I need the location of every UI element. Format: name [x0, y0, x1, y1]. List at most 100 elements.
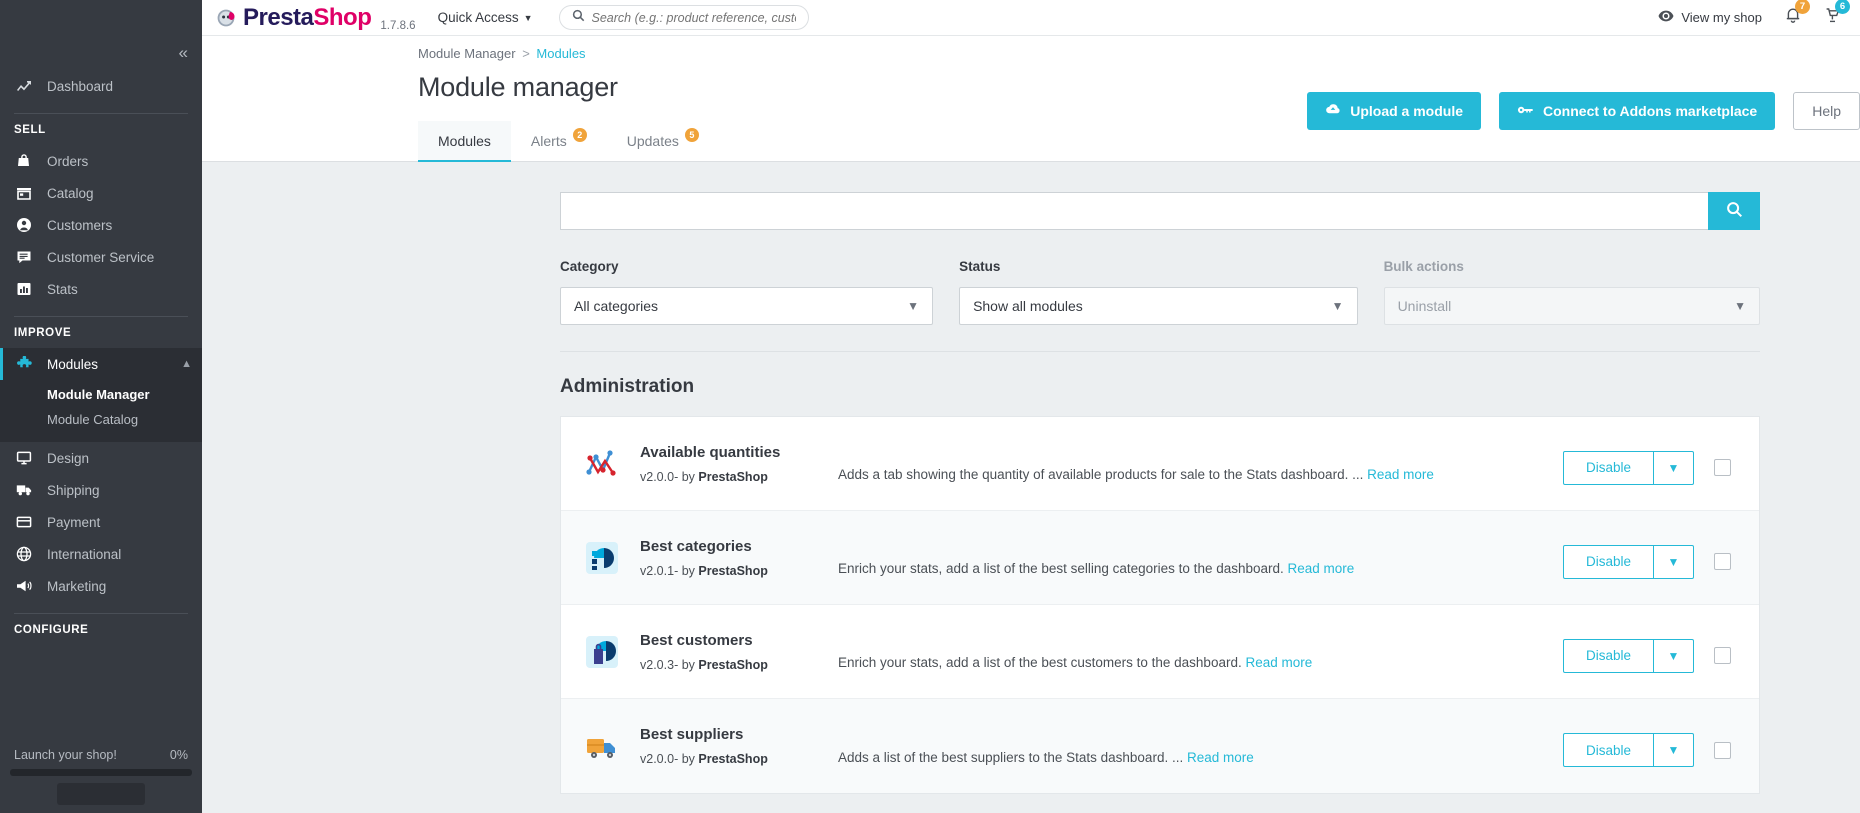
table-row: Best suppliers v2.0.0- by PrestaShop Add… — [561, 699, 1759, 793]
module-by-text: - by — [674, 563, 699, 578]
sidebar-collapse-button[interactable]: « — [0, 36, 202, 70]
tab-modules-label: Modules — [438, 133, 491, 149]
topbar: PrestaShop 1.7.8.6 Quick Access ▼ Search… — [202, 0, 1860, 36]
tab-alerts[interactable]: Alerts 2 — [511, 121, 607, 161]
sidebar-section-configure: CONFIGURE — [14, 624, 89, 636]
module-description-text: Adds a list of the best suppliers to the… — [838, 749, 1184, 765]
quick-access-menu[interactable]: Quick Access ▼ — [438, 10, 533, 25]
orders-cart[interactable]: 6 — [1824, 0, 1850, 29]
breadcrumb-root[interactable]: Module Manager — [418, 46, 516, 61]
status-select[interactable]: Show all modules ▼ — [959, 287, 1358, 325]
module-meta: Available quantities v2.0.0- by PrestaSh… — [625, 444, 830, 484]
global-search[interactable] — [558, 5, 809, 30]
category-select[interactable]: All categories ▼ — [560, 287, 934, 325]
view-my-shop-link[interactable]: View my shop — [1658, 10, 1762, 25]
brand-presta: Presta — [243, 3, 314, 31]
tab-modules[interactable]: Modules — [418, 121, 511, 162]
sidebar-item-catalog[interactable]: Catalog — [0, 177, 202, 209]
disable-button[interactable]: Disable — [1562, 450, 1654, 485]
module-name: Available quantities — [640, 443, 781, 461]
module-action-group: Disable ▼ — [1562, 638, 1694, 673]
launch-your-shop[interactable]: Launch your shop! 0% — [0, 748, 202, 769]
disable-button[interactable]: Disable — [1562, 638, 1654, 673]
module-description: Enrich your stats, add a list of the bes… — [830, 539, 1563, 576]
content-area: Category All categories ▼ Status Show al… — [202, 162, 1860, 813]
module-actions-dropdown[interactable]: ▼ — [1654, 544, 1694, 579]
sidebar-item-orders[interactable]: Orders — [0, 145, 202, 177]
module-checkbox[interactable] — [1714, 459, 1731, 476]
module-checkbox[interactable] — [1714, 553, 1731, 570]
tab-alerts-label: Alerts — [530, 133, 567, 149]
sidebar-item-dashboard[interactable]: Dashboard — [0, 70, 202, 102]
version-label: 1.7.8.6 — [380, 19, 416, 32]
disable-button[interactable]: Disable — [1562, 733, 1654, 767]
module-description-text: Enrich your stats, add a list of the bes… — [838, 655, 1242, 670]
module-version-number: v2.0.1 — [640, 563, 675, 578]
category-label: Category — [560, 259, 619, 274]
sidebar-item-module-catalog[interactable]: Module Catalog — [0, 407, 202, 432]
module-checkbox[interactable] — [1714, 647, 1731, 664]
sidebar-divider-2 — [14, 316, 188, 317]
module-search-button[interactable] — [1708, 192, 1760, 230]
tab-updates-badge: 5 — [684, 128, 699, 142]
module-description: Enrich your stats, add a list of the bes… — [830, 633, 1563, 670]
module-name: Best customers — [640, 631, 753, 649]
disable-button[interactable]: Disable — [1562, 544, 1654, 579]
categories-pie-icon — [586, 541, 618, 574]
sidebar-item-design[interactable]: Design — [0, 442, 202, 474]
global-search-input[interactable] — [591, 10, 796, 25]
read-more-link[interactable]: Read more — [1245, 655, 1312, 670]
launch-percent: 0% — [169, 748, 188, 762]
tab-alerts-badge: 2 — [572, 128, 587, 142]
module-checkbox[interactable] — [1714, 741, 1731, 759]
module-icon — [579, 538, 625, 578]
sidebar-item-customer-service[interactable]: Customer Service — [0, 241, 202, 273]
module-by-text: - by — [674, 657, 699, 672]
module-action-group: Disable ▼ — [1562, 544, 1694, 579]
search-icon — [1726, 201, 1743, 221]
module-actions-dropdown[interactable]: ▼ — [1654, 638, 1694, 673]
bulk-actions-label: Bulk actions — [1383, 259, 1464, 274]
module-description: Adds a list of the best suppliers to the… — [830, 728, 1563, 765]
table-row: Best categories v2.0.1- by PrestaShop En… — [561, 511, 1759, 605]
help-button[interactable]: Help — [1793, 92, 1860, 130]
read-more-link[interactable]: Read more — [1288, 561, 1355, 576]
module-actions-dropdown[interactable]: ▼ — [1654, 733, 1694, 767]
view-my-shop-label: View my shop — [1681, 10, 1762, 25]
sidebar-label-stats: Stats — [47, 281, 78, 297]
read-more-link[interactable]: Read more — [1187, 750, 1254, 765]
module-actions-dropdown[interactable]: ▼ — [1654, 450, 1694, 485]
sidebar-divider-1 — [14, 113, 188, 114]
read-more-link[interactable]: Read more — [1367, 467, 1434, 482]
prestashop-logo: PrestaShop — [216, 3, 372, 32]
sidebar-item-module-manager[interactable]: Module Manager — [0, 382, 202, 407]
sidebar-label-dashboard: Dashboard — [47, 78, 114, 94]
module-author: PrestaShop — [698, 657, 768, 672]
sidebar-item-customers[interactable]: Customers — [0, 209, 202, 241]
module-by-text: - by — [674, 752, 699, 766]
sidebar-label-customers: Customers — [47, 217, 113, 233]
tab-updates[interactable]: Updates 5 — [607, 121, 719, 161]
module-description-text: Enrich your stats, add a list of the bes… — [838, 561, 1284, 576]
sidebar-item-stats[interactable]: Stats — [0, 273, 202, 305]
cloud-upload-icon — [1325, 103, 1341, 119]
section-title-administration: Administration — [560, 376, 695, 397]
sidebar-label-catalog: Catalog — [47, 185, 94, 201]
sidebar-item-marketing[interactable]: Marketing — [0, 570, 202, 602]
module-search-input[interactable] — [560, 192, 1708, 230]
sidebar-item-payment[interactable]: Payment — [0, 506, 202, 538]
module-meta: Best categories v2.0.1- by PrestaShop — [625, 538, 830, 578]
status-label: Status — [959, 259, 1001, 274]
breadcrumb-current[interactable]: Modules — [536, 46, 585, 61]
chevron-down-icon: ▼ — [907, 299, 920, 313]
module-version: v2.0.0- by PrestaShop — [640, 752, 830, 766]
sidebar-item-international[interactable]: International — [0, 538, 202, 570]
bulk-actions-select[interactable]: Uninstall ▼ — [1383, 287, 1761, 325]
sidebar-footer-button[interactable] — [57, 783, 145, 805]
sidebar-item-shipping[interactable]: Shipping — [0, 474, 202, 506]
upload-module-button[interactable]: Upload a module — [1307, 92, 1482, 130]
quick-access-label: Quick Access — [437, 10, 519, 25]
connect-addons-button[interactable]: Connect to Addons marketplace — [1499, 92, 1776, 130]
sidebar-item-modules[interactable]: Modules ▲ — [0, 348, 202, 380]
notifications-bell[interactable]: 7 — [1784, 0, 1810, 29]
